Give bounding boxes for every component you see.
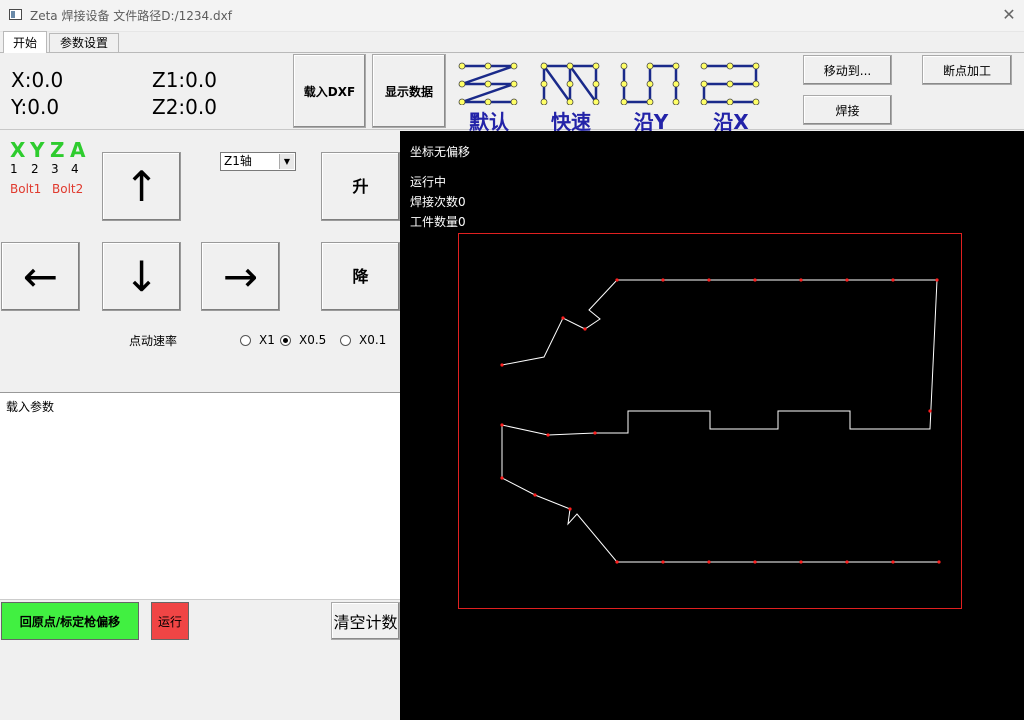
radio-icon <box>240 334 251 346</box>
lower-button[interactable]: 降 <box>321 242 400 311</box>
arrow-left-icon: ← <box>22 251 59 301</box>
radio-icon <box>340 334 351 346</box>
axis-letter-z: Z <box>50 138 65 162</box>
fast-pattern-icon <box>540 62 600 105</box>
show-data-button[interactable]: 显示数据 <box>372 54 446 128</box>
axis-number-1: 1 <box>10 162 18 176</box>
jog-right-button[interactable]: → <box>201 242 280 311</box>
z1-coord: Z1:0.0 <box>152 68 217 92</box>
bolt-1-indicator: Bolt1 <box>10 182 42 196</box>
pattern-along-x-button[interactable]: 沿X <box>700 59 762 134</box>
speed-x05-radio[interactable]: X0.5 <box>280 333 326 347</box>
toolbar: X:0.0 Y:0.0 Z1:0.0 Z2:0.0 载入DXF 显示数据 默认 … <box>0 52 1024 134</box>
pattern-default-button[interactable]: 默认 <box>458 59 520 134</box>
raise-label: 升 <box>352 176 369 196</box>
tab-params[interactable]: 参数设置 <box>49 33 119 52</box>
log-text: 载入参数 <box>6 400 55 414</box>
jog-down-button[interactable]: ↓ <box>102 242 181 311</box>
chevron-down-icon: ▼ <box>279 154 294 169</box>
speed-x05-label: X0.5 <box>299 333 327 347</box>
jog-up-button[interactable]: ↑ <box>102 152 181 221</box>
raise-button[interactable]: 升 <box>321 152 400 221</box>
weld-points <box>500 278 941 564</box>
dxf-preview <box>458 233 962 609</box>
home-calibrate-button[interactable]: 回原点/标定枪偏移 <box>1 602 139 640</box>
title-bar: Zeta 焊接设备 文件路径D:/1234.dxf ✕ <box>0 0 1024 32</box>
speed-x01-radio[interactable]: X0.1 <box>340 333 386 347</box>
pattern-along-y-button[interactable]: 沿Y <box>620 59 682 134</box>
window-title: Zeta 焊接设备 文件路径D:/1234.dxf <box>30 9 232 23</box>
bolt-2-indicator: Bolt2 <box>52 182 84 196</box>
axis-letter-x: X <box>10 138 26 162</box>
speed-x1-radio[interactable]: X1 <box>240 333 275 347</box>
tab-start[interactable]: 开始 <box>3 31 47 53</box>
close-icon[interactable]: ✕ <box>996 4 1022 26</box>
zigzag-pattern-icon <box>458 62 518 105</box>
speed-x1-label: X1 <box>259 333 275 347</box>
jog-speed-label: 点动速率 <box>129 334 178 348</box>
preview-canvas[interactable]: 坐标无偏移 运行中 焊接次数0 工件数量0 <box>400 131 1024 720</box>
run-button[interactable]: 运行 <box>151 602 189 640</box>
radio-selected-icon <box>280 334 291 346</box>
axis-select-value: Z1轴 <box>224 154 252 168</box>
along-y-pattern-icon <box>620 62 680 105</box>
along-x-pattern-icon <box>700 62 760 105</box>
resume-button[interactable]: 断点加工 <box>922 55 1012 85</box>
app-icon <box>9 9 22 20</box>
axis-select[interactable]: Z1轴 ▼ <box>220 152 296 171</box>
weld-button[interactable]: 焊接 <box>803 95 892 125</box>
axis-number-2: 2 <box>31 162 39 176</box>
clear-count-button[interactable]: 清空计数 <box>331 602 400 640</box>
log-textarea[interactable]: 载入参数 <box>0 392 400 600</box>
speed-x01-label: X0.1 <box>359 333 387 347</box>
move-to-button[interactable]: 移动到... <box>803 55 892 85</box>
pattern-fast-button[interactable]: 快速 <box>540 59 602 134</box>
arrow-down-icon: ↓ <box>123 251 160 301</box>
arrow-up-icon: ↑ <box>123 161 160 211</box>
lower-label: 降 <box>352 266 369 286</box>
load-dxf-button[interactable]: 载入DXF <box>293 54 366 128</box>
axis-number-3: 3 <box>51 162 59 176</box>
axis-letter-y: Y <box>30 138 45 162</box>
axis-number-4: 4 <box>71 162 79 176</box>
z2-coord: Z2:0.0 <box>152 95 217 119</box>
y-coord: Y:0.0 <box>11 95 60 119</box>
arrow-right-icon: → <box>222 251 259 301</box>
axis-letter-a: A <box>70 138 86 162</box>
upper-part-path <box>501 279 939 563</box>
x-coord: X:0.0 <box>11 68 64 92</box>
jog-left-button[interactable]: ← <box>1 242 80 311</box>
